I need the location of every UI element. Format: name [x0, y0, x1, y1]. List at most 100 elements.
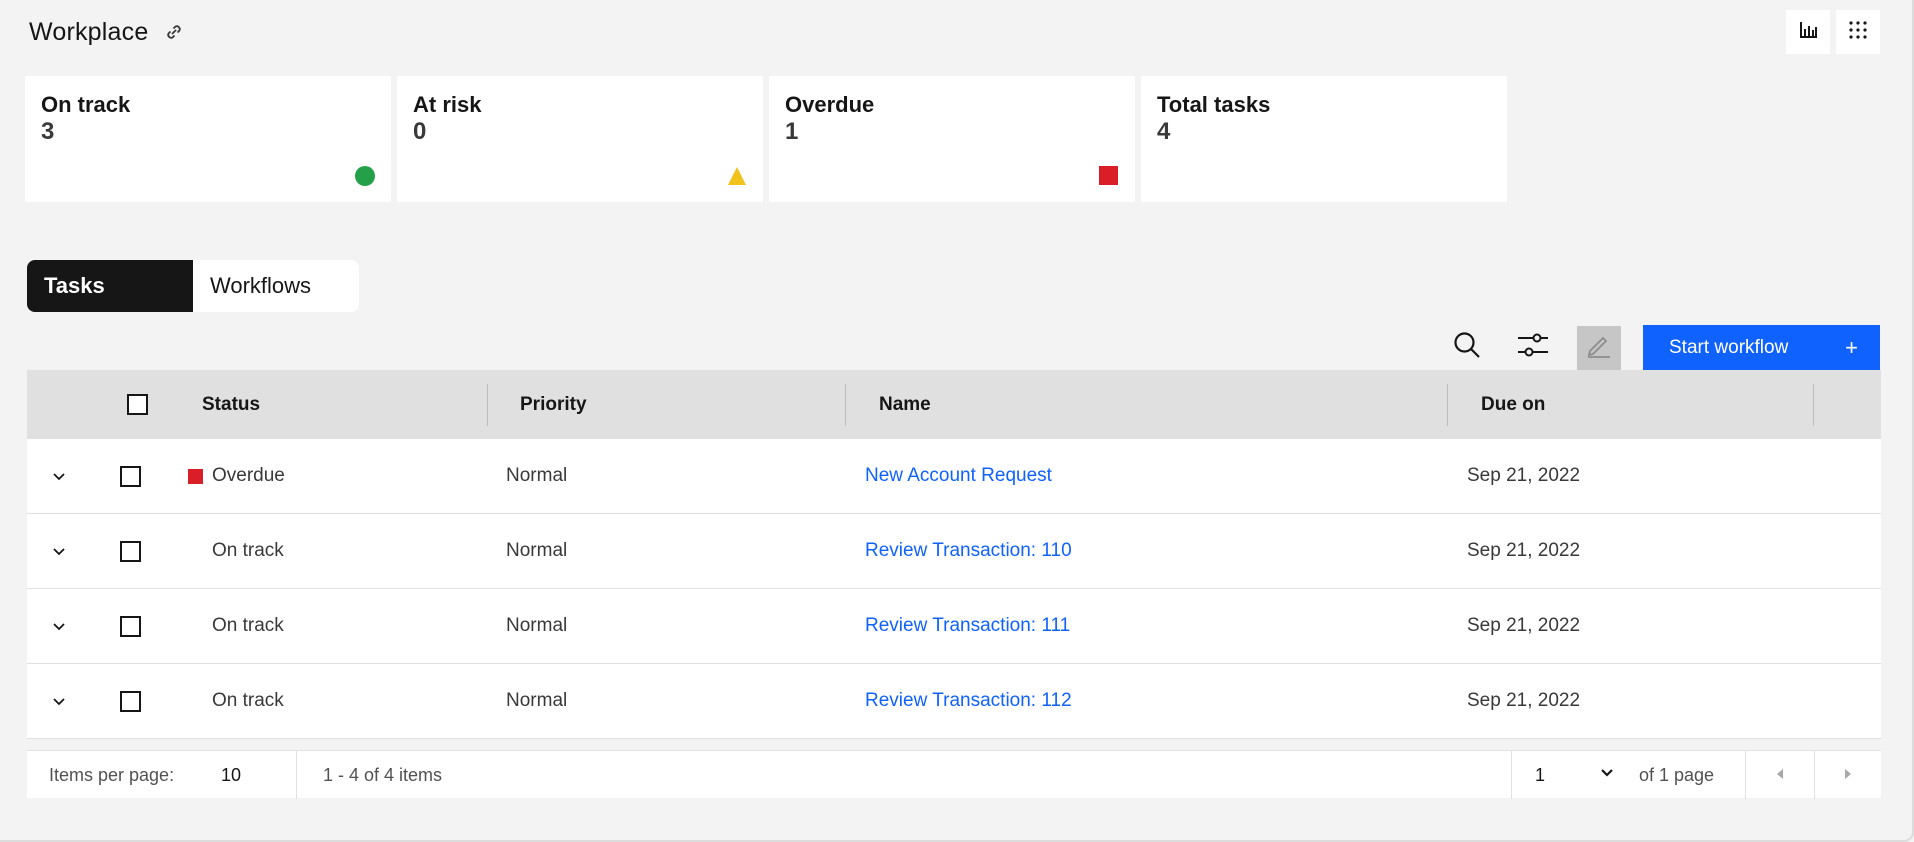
task-name-link[interactable]: New Account Request	[865, 439, 1052, 513]
pagination-divider	[1511, 751, 1512, 799]
page-title: Workplace	[29, 17, 149, 46]
warning-triangle-icon	[727, 166, 747, 186]
due-date-cell: Sep 21, 2022	[1467, 540, 1581, 561]
row-select-cell	[120, 664, 141, 738]
app-menu-button[interactable]	[1836, 10, 1880, 54]
previous-page-button[interactable]	[1746, 751, 1814, 799]
page-number: 1	[1535, 764, 1546, 785]
column-header-due-on[interactable]: Due on	[1481, 370, 1545, 439]
start-workflow-button[interactable]: Start workflow +	[1643, 325, 1880, 370]
table-row[interactable]: On track Normal Review Transaction: 112 …	[27, 664, 1881, 739]
summary-cards: On track 3 At risk 0 Overdue 1 Total tas…	[25, 76, 1507, 202]
row-checkbox[interactable]	[120, 615, 141, 637]
summary-card-overdue[interactable]: Overdue 1	[769, 76, 1135, 202]
chevron-down-icon	[1599, 765, 1615, 786]
row-checkbox[interactable]	[120, 690, 141, 712]
content-switcher: Tasks Workflows	[27, 260, 359, 312]
priority-cell: Normal	[506, 540, 568, 561]
chevron-down-icon	[49, 466, 69, 486]
filter-icon	[1517, 330, 1549, 365]
chevron-down-icon	[49, 541, 69, 561]
page-select[interactable]: 1	[1535, 751, 1615, 799]
add-icon: +	[1845, 334, 1858, 360]
total-pages-text: of 1 page	[1639, 764, 1715, 785]
select-all-cell	[127, 370, 148, 439]
due-date-cell: Sep 21, 2022	[1467, 690, 1581, 711]
row-checkbox[interactable]	[120, 540, 141, 562]
table-toolbar: Start workflow +	[1445, 325, 1880, 370]
due-date-cell: Sep 21, 2022	[1467, 465, 1581, 486]
task-name-link[interactable]: Review Transaction: 110	[865, 514, 1072, 588]
card-value: 3	[41, 118, 55, 145]
expand-row-button[interactable]	[49, 589, 69, 663]
priority-cell: Normal	[506, 690, 568, 711]
caret-right-icon	[1842, 765, 1854, 786]
card-label: On track	[41, 92, 131, 117]
grid-menu-icon	[1848, 20, 1868, 45]
priority-cell: Normal	[506, 465, 568, 486]
filter-button[interactable]	[1511, 326, 1555, 370]
expand-row-button[interactable]	[49, 514, 69, 588]
card-value: 1	[785, 118, 799, 145]
column-divider	[487, 384, 488, 426]
overdue-status-icon	[188, 468, 203, 484]
next-page-button[interactable]	[1814, 751, 1882, 799]
items-range-text: 1 - 4 of 4 items	[323, 764, 443, 785]
status-cell: On track	[212, 540, 284, 561]
items-per-page-label: Items per page:	[49, 764, 175, 785]
chevron-down-icon	[49, 616, 69, 636]
column-divider	[1813, 384, 1814, 426]
card-value: 0	[413, 118, 427, 145]
status-cell: On track	[212, 690, 284, 711]
row-select-cell	[120, 589, 141, 663]
column-divider	[1447, 384, 1448, 426]
column-divider	[845, 384, 846, 426]
card-value: 4	[1157, 118, 1171, 145]
pagination-divider	[296, 751, 297, 799]
green-circle-icon	[355, 166, 375, 186]
edit-button[interactable]	[1577, 325, 1621, 370]
card-label: At risk	[413, 92, 482, 117]
card-label: Overdue	[785, 92, 875, 117]
search-button[interactable]	[1445, 326, 1489, 370]
start-workflow-label: Start workflow	[1669, 336, 1789, 358]
table-row[interactable]: On track Normal Review Transaction: 110 …	[27, 514, 1881, 589]
expand-row-button[interactable]	[49, 439, 69, 513]
workplace-page: Workplace On track 3 At risk 0 Overdue 1…	[0, 0, 1914, 842]
items-per-page-select[interactable]: 10	[221, 751, 241, 799]
select-all-checkbox[interactable]	[127, 394, 148, 415]
status-cell: Overdue	[188, 439, 285, 513]
table-row[interactable]: On track Normal Review Transaction: 111 …	[27, 589, 1881, 664]
page-header: Workplace	[29, 14, 186, 50]
caret-left-icon	[1774, 765, 1786, 786]
card-label: Total tasks	[1157, 92, 1271, 117]
table-row[interactable]: Overdue Normal New Account Request Sep 2…	[27, 439, 1881, 514]
column-header-priority[interactable]: Priority	[520, 370, 587, 439]
column-header-status[interactable]: Status	[202, 370, 260, 439]
column-header-name[interactable]: Name	[879, 370, 931, 439]
summary-card-total-tasks[interactable]: Total tasks 4	[1141, 76, 1507, 202]
pagination-bar: Items per page: 10 1 - 4 of 4 items 1 of…	[27, 750, 1882, 799]
expand-row-button[interactable]	[49, 664, 69, 738]
chart-icon	[1796, 18, 1820, 47]
edit-icon	[1585, 331, 1613, 364]
chart-view-button[interactable]	[1786, 10, 1830, 54]
table-header: Status Priority Name Due on	[27, 370, 1881, 439]
search-icon	[1452, 330, 1482, 365]
chevron-down-icon	[49, 691, 69, 711]
link-icon[interactable]	[162, 20, 186, 44]
row-select-cell	[120, 514, 141, 588]
summary-card-at-risk[interactable]: At risk 0	[397, 76, 763, 202]
row-checkbox[interactable]	[120, 465, 141, 487]
task-name-link[interactable]: Review Transaction: 112	[865, 664, 1072, 738]
task-name-link[interactable]: Review Transaction: 111	[865, 589, 1070, 663]
status-cell: On track	[212, 615, 284, 636]
due-date-cell: Sep 21, 2022	[1467, 615, 1581, 636]
tab-workflows[interactable]: Workflows	[193, 260, 359, 312]
status-text: Overdue	[212, 465, 285, 486]
tab-tasks[interactable]: Tasks	[27, 260, 193, 312]
header-actions	[1786, 10, 1880, 54]
priority-cell: Normal	[506, 615, 568, 636]
summary-card-on-track[interactable]: On track 3	[25, 76, 391, 202]
tasks-table: Status Priority Name Due on Overdue Norm…	[27, 370, 1881, 739]
